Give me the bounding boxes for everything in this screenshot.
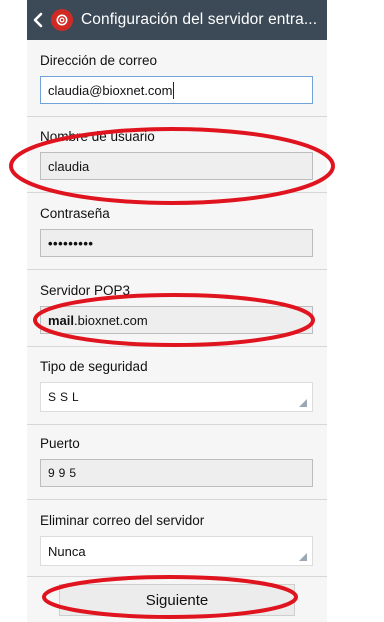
security-type-label: Tipo de seguridad (40, 359, 148, 374)
security-type-select[interactable]: SSL (40, 382, 313, 412)
page-title: Configuración del servidor entra... (81, 11, 318, 28)
delete-mail-value: Nunca (48, 543, 86, 559)
dropdown-corner-icon (299, 399, 307, 407)
divider (27, 499, 327, 500)
port-label: Puerto (40, 436, 80, 451)
divider (27, 192, 327, 193)
divider (27, 346, 327, 347)
username-value: claudia (48, 158, 90, 174)
email-label: Dirección de correo (40, 53, 158, 68)
password-value: ••••••••• (48, 235, 94, 251)
pop3-server-label: Servidor POP3 (40, 283, 131, 298)
port-value: 995 (48, 466, 81, 480)
email-field[interactable]: claudia@bioxnet.com (40, 76, 313, 104)
phone-screen: Configuración del servidor entra... Dire… (27, 0, 327, 622)
screenshot-page: Configuración del servidor entra... Dire… (0, 0, 384, 622)
port-field[interactable]: 995 (40, 459, 313, 487)
dropdown-corner-icon (299, 553, 307, 561)
security-type-value: SSL (48, 390, 83, 404)
divider (27, 116, 327, 117)
next-button[interactable]: Siguiente (59, 584, 295, 616)
delete-mail-select[interactable]: Nunca (40, 536, 313, 566)
text-cursor (173, 81, 175, 99)
divider (27, 576, 327, 577)
divider (27, 269, 327, 270)
username-label: Nombre de usuario (40, 129, 155, 144)
email-value: claudia@bioxnet.com (48, 82, 173, 98)
delete-mail-label: Eliminar correo del servidor (40, 513, 205, 528)
divider (27, 424, 327, 425)
password-label: Contraseña (40, 206, 110, 221)
action-bar: Configuración del servidor entra... (27, 0, 327, 40)
password-field[interactable]: ••••••••• (40, 229, 313, 257)
pop3-server-field[interactable]: mail .bioxnet.com (40, 306, 313, 334)
email-app-icon (51, 9, 73, 31)
username-field[interactable]: claudia (40, 152, 313, 180)
pop3-server-value: .bioxnet.com (74, 312, 148, 328)
next-button-label: Siguiente (145, 591, 209, 609)
pop3-server-value-bold: mail (48, 312, 75, 328)
chevron-left-icon[interactable] (33, 0, 47, 40)
